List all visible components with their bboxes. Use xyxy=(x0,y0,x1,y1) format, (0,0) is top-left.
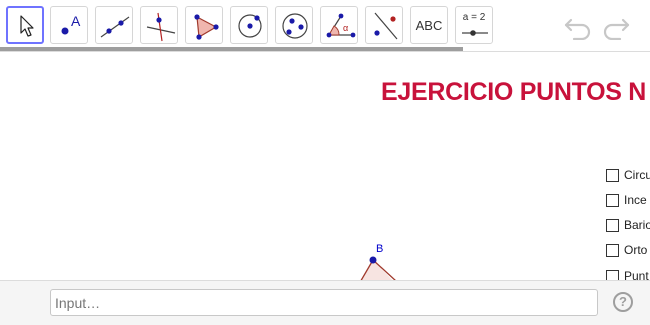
redo-button[interactable] xyxy=(600,12,632,41)
angle-tool-button[interactable]: α xyxy=(320,6,358,44)
triangle-figure xyxy=(360,256,396,280)
polygon-icon xyxy=(194,14,219,40)
svg-text:α: α xyxy=(343,23,348,33)
move-tool-button[interactable] xyxy=(6,6,44,44)
point-b[interactable] xyxy=(369,256,377,264)
reflect-tool-button[interactable] xyxy=(365,6,403,44)
svg-text:A: A xyxy=(71,13,81,29)
angle-icon: α xyxy=(326,13,356,38)
conic-tool-button[interactable] xyxy=(275,6,313,44)
slider-tool-button[interactable]: a = 2 xyxy=(455,6,493,44)
slider-icon xyxy=(462,30,488,36)
text-tool-button[interactable]: ABC xyxy=(410,6,448,44)
polygon-tool-button[interactable] xyxy=(185,6,223,44)
circle-center-point-tool-button[interactable] xyxy=(230,6,268,44)
arrow-cursor-icon xyxy=(20,15,34,37)
undo-icon xyxy=(564,18,591,41)
input-bar xyxy=(0,280,650,325)
text-tool-label: ABC xyxy=(415,17,443,33)
perpendicular-line-icon xyxy=(146,12,176,42)
graphics-view[interactable]: EJERCICIO PUNTOS N Circu Ince Bario Orto… xyxy=(0,52,650,280)
line-icon xyxy=(100,16,130,38)
undo-button[interactable] xyxy=(562,12,594,41)
redo-icon xyxy=(603,18,630,41)
circle-center-icon xyxy=(238,14,262,38)
point-tool-button[interactable]: A xyxy=(50,6,88,44)
circle-three-points-icon xyxy=(282,13,308,39)
point-b-label: B xyxy=(376,243,384,255)
triangle-fill xyxy=(361,260,393,280)
algebra-input[interactable] xyxy=(50,289,598,316)
line-tool-button[interactable] xyxy=(95,6,133,44)
reflect-icon xyxy=(374,12,398,40)
perpendicular-line-tool-button[interactable] xyxy=(140,6,178,44)
point-icon: A xyxy=(61,13,81,35)
help-icon[interactable]: ? xyxy=(613,292,633,312)
toolbar: A α ABC a = 2 xyxy=(0,0,650,52)
